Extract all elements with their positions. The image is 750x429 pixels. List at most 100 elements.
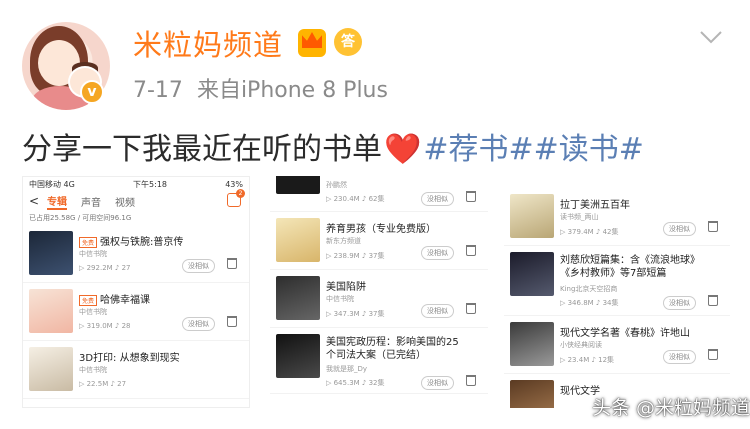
- tab-album: 专辑: [47, 193, 67, 210]
- item-stats: ▷ 22.5M ♪ 27: [79, 380, 127, 388]
- screenshot-image-1[interactable]: 中国移动 4G 下午5:18 43% < 专辑 声音 视频 2 已占用25.58…: [22, 176, 250, 408]
- item-author: 中信书院: [79, 308, 107, 316]
- similar-button: 没相似: [663, 222, 696, 236]
- free-tag: 免费: [79, 294, 98, 306]
- list-item: 刘慈欣短篇集：含《流浪地球》《乡村教师》等7部短篇 King北京天空招商 ▷ 3…: [504, 246, 730, 316]
- post-date: 7-17: [133, 78, 183, 103]
- item-author: 新东方频道: [326, 237, 361, 245]
- watermark: 头条 @米粒妈频道: [592, 397, 750, 419]
- book-cover: [510, 194, 554, 238]
- item-author: 孙鹏然: [326, 181, 347, 189]
- heart-emoji: ❤️: [384, 132, 422, 167]
- book-cover: [510, 322, 554, 366]
- similar-button: 没相似: [663, 350, 696, 364]
- item-title-text: 哈佛幸福课: [100, 295, 151, 306]
- back-icon: <: [29, 194, 40, 208]
- chevron-down-icon[interactable]: [700, 30, 722, 44]
- post-source[interactable]: 来自iPhone 8 Plus: [197, 78, 388, 103]
- app-header: < 专辑 声音 视频 2: [23, 189, 249, 211]
- item-title-text: 强权与铁腕:普京传: [100, 237, 184, 248]
- list-item: 孙鹏然 ▷ 230.4M ♪ 62集 没相似: [270, 176, 488, 212]
- similar-button: 没相似: [182, 259, 215, 273]
- trash-icon: [466, 245, 476, 256]
- item-stats: ▷ 346.8M ♪ 34集: [560, 299, 619, 307]
- trash-icon: [227, 258, 237, 269]
- item-author: 中信书院: [79, 250, 107, 258]
- item-stats: ▷ 292.2M ♪ 27: [79, 264, 131, 272]
- item-title: 现代文学名著《春桃》许地山: [560, 328, 690, 339]
- hashtag-reading[interactable]: #读书#: [534, 132, 644, 167]
- screenshot-image-3[interactable]: 拉丁美洲五百年 读书频_两山 ▷ 379.4M ♪ 42集 没相似 刘慈欣短篇集…: [504, 176, 730, 408]
- item-stats: ▷ 230.4M ♪ 62集: [326, 195, 385, 203]
- similar-button: 没相似: [421, 304, 454, 318]
- list-item: 3D打印: 从想象到现实 中信书院 ▷ 22.5M ♪ 27: [23, 341, 249, 399]
- list-item: 免费 强权与铁腕:普京传 中信书院 ▷ 292.2M ♪ 27 没相似: [23, 225, 249, 283]
- post-meta: 7-17 来自iPhone 8 Plus: [133, 72, 388, 104]
- book-cover: [276, 276, 320, 320]
- tab-video: 视频: [115, 197, 135, 209]
- item-author: 中信书院: [79, 366, 107, 374]
- download-badge: 2: [236, 189, 245, 198]
- item-stats: ▷ 347.3M ♪ 37集: [326, 310, 385, 318]
- item-author: 读书频_两山: [560, 213, 599, 221]
- trash-icon: [227, 316, 237, 327]
- trash-icon: [708, 349, 718, 360]
- item-title: 养育男孩（专业免费版）: [326, 224, 436, 235]
- similar-button: 没相似: [182, 317, 215, 331]
- item-author: King北京天空招商: [560, 285, 618, 293]
- list-item: 养育男孩（专业免费版） 新东方频道 ▷ 238.9M ♪ 37集 没相似: [270, 212, 488, 270]
- crown-icon[interactable]: [298, 29, 326, 57]
- post-body: 分享一下我最近在听的书单: [22, 132, 382, 167]
- item-author: 小侠经典阅读: [560, 341, 602, 349]
- item-title: 3D打印: 从想象到现实: [79, 353, 180, 364]
- list-item: 美国陷阱 中信书院 ▷ 347.3M ♪ 37集 没相似: [270, 270, 488, 328]
- trash-icon: [708, 295, 718, 306]
- similar-button: 没相似: [421, 246, 454, 260]
- list-item: 拉丁美洲五百年 读书频_两山 ▷ 379.4M ♪ 42集 没相似: [504, 188, 730, 246]
- status-bar: 中国移动 4G 下午5:18 43%: [23, 177, 249, 191]
- similar-button: 没相似: [421, 192, 454, 206]
- tab-sound: 声音: [81, 197, 101, 209]
- book-cover: [510, 252, 554, 296]
- book-cover: [276, 334, 320, 378]
- item-author: 我就是那_Dy: [326, 365, 368, 373]
- similar-button: 没相似: [663, 296, 696, 310]
- list-item: 免费 哈佛幸福课 中信书院 ▷ 319.0M ♪ 28 没相似: [23, 283, 249, 341]
- item-title: 美国陷阱: [326, 282, 366, 293]
- trash-icon: [708, 221, 718, 232]
- item-title: 刘慈欣短篇集：含《流浪地球》《乡村教师》等7部短篇: [560, 255, 700, 279]
- username[interactable]: 米粒妈频道: [133, 22, 283, 64]
- book-cover: [29, 289, 73, 333]
- carrier: 中国移动 4G: [29, 179, 75, 189]
- book-cover: [276, 176, 320, 194]
- storage-info: 已占用25.58G / 可用空间96.1G: [29, 214, 132, 222]
- item-author: 中信书院: [326, 295, 354, 303]
- item-title: 拉丁美洲五百年: [560, 200, 630, 211]
- item-stats: ▷ 238.9M ♪ 37集: [326, 252, 385, 260]
- list-item: 美国宪政历程：影响美国的25个司法大案（已完结） 我就是那_Dy ▷ 645.3…: [270, 328, 488, 394]
- free-tag: 免费: [79, 236, 98, 248]
- trash-icon: [466, 191, 476, 202]
- hashtag-recommend[interactable]: #荐书#: [423, 132, 533, 167]
- book-cover: [510, 380, 554, 408]
- battery: 43%: [225, 179, 243, 189]
- trash-icon: [466, 375, 476, 386]
- book-cover: [276, 218, 320, 262]
- verified-icon: v: [80, 80, 104, 104]
- book-cover: [29, 231, 73, 275]
- item-stats: ▷ 319.0M ♪ 28: [79, 322, 131, 330]
- book-cover: [29, 347, 73, 391]
- item-title: 免费 强权与铁腕:普京传: [79, 233, 183, 248]
- item-stats: ▷ 379.4M ♪ 42集: [560, 228, 619, 236]
- list-item: 现代文学名著《春桃》许地山 小侠经典阅读 ▷ 23.4M ♪ 12集 没相似: [504, 316, 730, 374]
- similar-button: 没相似: [421, 376, 454, 390]
- clock: 下午5:18: [133, 179, 168, 189]
- screenshot-image-2[interactable]: 孙鹏然 ▷ 230.4M ♪ 62集 没相似 养育男孩（专业免费版） 新东方频道…: [270, 176, 488, 408]
- trash-icon: [466, 303, 476, 314]
- item-stats: ▷ 645.3M ♪ 32集: [326, 379, 385, 387]
- post-text: 分享一下我最近在听的书单❤️#荐书##读书#: [22, 124, 644, 168]
- item-title: 免费 哈佛幸福课: [79, 291, 150, 306]
- item-stats: ▷ 23.4M ♪ 12集: [560, 356, 615, 364]
- item-title: 美国宪政历程：影响美国的25个司法大案（已完结）: [326, 337, 459, 361]
- medal-icon[interactable]: 答: [334, 28, 362, 56]
